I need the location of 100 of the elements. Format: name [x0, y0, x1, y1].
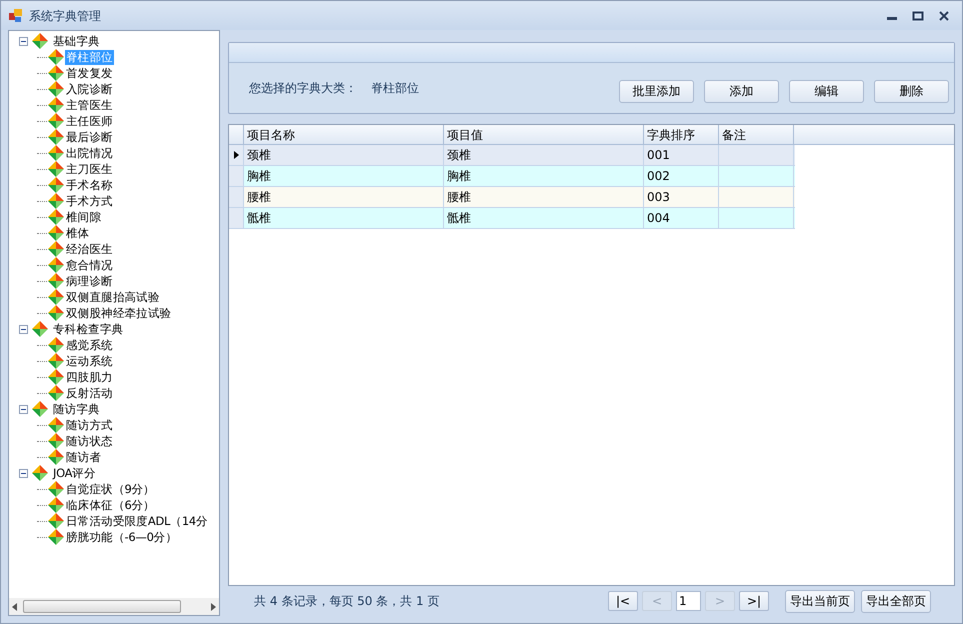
tree-item[interactable]: 四肢肌力	[65, 370, 114, 384]
tree-item[interactable]: 主刀医生	[65, 162, 114, 176]
diamond-icon	[32, 401, 48, 417]
column-header[interactable]: 项目名称	[244, 125, 444, 144]
tree-item[interactable]: 双侧直腿抬高试验	[65, 290, 161, 304]
diamond-icon	[48, 97, 64, 113]
collapse-icon[interactable]	[19, 324, 28, 334]
collapse-icon[interactable]	[19, 404, 28, 414]
window-title: 系统字典管理	[29, 8, 101, 24]
diamond-icon	[48, 177, 64, 193]
table-cell: 颈椎	[244, 145, 444, 165]
category-value: 脊柱部位	[371, 80, 419, 97]
diamond-icon	[48, 49, 64, 65]
column-header[interactable]: 备注	[719, 125, 794, 144]
tree-item[interactable]: 日常活动受限度ADL（14分	[65, 514, 209, 528]
app-icon	[9, 8, 23, 22]
diamond-icon	[48, 337, 64, 353]
collapse-icon[interactable]	[19, 36, 28, 46]
table-cell: 003	[644, 187, 719, 207]
page-field[interactable]: 1	[676, 591, 701, 611]
diamond-icon	[48, 289, 64, 305]
tree-item[interactable]: 经治医生	[65, 242, 114, 256]
diamond-icon	[48, 353, 64, 369]
tree-item[interactable]: 最后诊断	[65, 130, 114, 144]
close-icon[interactable]	[938, 10, 950, 20]
diamond-icon	[48, 449, 64, 465]
diamond-icon	[48, 241, 64, 257]
table-cell: 胸椎	[244, 166, 444, 186]
tree-item[interactable]: 手术方式	[65, 194, 114, 208]
record-summary: 共 4 条记录，每页 50 条，共 1 页	[254, 593, 440, 610]
collapse-icon[interactable]	[19, 468, 28, 478]
tree-item[interactable]: 手术名称	[65, 178, 114, 192]
table-cell: 001	[644, 145, 719, 165]
diamond-icon	[48, 257, 64, 273]
export-button[interactable]: 导出当前页	[785, 590, 855, 612]
tree-item[interactable]: 随访方式	[65, 418, 114, 432]
export-button[interactable]: 导出全部页	[861, 590, 931, 612]
column-header[interactable]: 字典排序	[644, 125, 719, 144]
diamond-icon	[48, 65, 64, 81]
scroll-right-icon[interactable]	[211, 602, 216, 610]
tree-item[interactable]: 随访者	[65, 450, 102, 464]
scrollbar-thumb[interactable]	[23, 600, 181, 613]
diamond-icon	[48, 81, 64, 97]
table-cell: 骶椎	[444, 208, 644, 228]
tree-item[interactable]: 自觉症状（9分）	[65, 482, 156, 496]
tree-item[interactable]: 临床体征（6分）	[65, 498, 156, 512]
tree-item[interactable]: 病理诊断	[65, 274, 114, 288]
current-row-icon	[234, 151, 238, 159]
tree-item[interactable]: 反射活动	[65, 386, 114, 400]
diamond-icon	[48, 497, 64, 513]
tree-item[interactable]: 运动系统	[65, 354, 114, 368]
horizontal-scrollbar[interactable]	[9, 598, 219, 615]
tree-item[interactable]: 愈合情况	[65, 258, 114, 272]
table-cell: 004	[644, 208, 719, 228]
tree-item[interactable]: JOA评分	[52, 466, 97, 480]
tree-item[interactable]: 椎体	[65, 226, 90, 240]
tree-item[interactable]: 主任医师	[65, 114, 114, 128]
diamond-icon	[48, 209, 64, 225]
diamond-icon	[48, 273, 64, 289]
diamond-icon	[48, 161, 64, 177]
diamond-icon	[48, 417, 64, 433]
table-cell: 胸椎	[444, 166, 644, 186]
diamond-icon	[32, 321, 48, 337]
tree-item[interactable]: 随访状态	[65, 434, 114, 448]
diamond-icon	[48, 513, 64, 529]
table-cell: 骶椎	[244, 208, 444, 228]
diamond-icon	[48, 369, 64, 385]
diamond-icon	[48, 481, 64, 497]
diamond-icon	[48, 225, 64, 241]
tree-item[interactable]: 椎间隙	[65, 210, 102, 224]
table-cell: 腰椎	[244, 187, 444, 207]
scroll-left-icon[interactable]	[12, 602, 17, 610]
toolbar-button[interactable]: 删除	[874, 80, 949, 102]
pager-button[interactable]: >|	[739, 591, 769, 611]
pager-button[interactable]: |<	[608, 591, 638, 611]
tree-item[interactable]: 首发复发	[65, 66, 114, 80]
diamond-icon	[48, 529, 64, 545]
table-cell: 腰椎	[444, 187, 644, 207]
tree-item[interactable]: 出院情况	[65, 146, 114, 160]
maximize-icon[interactable]	[912, 10, 924, 20]
diamond-icon	[32, 33, 48, 49]
column-header[interactable]: 项目值	[444, 125, 644, 144]
diamond-icon	[48, 193, 64, 209]
tree-item[interactable]: 入院诊断	[65, 82, 114, 96]
diamond-icon	[48, 145, 64, 161]
tree-item[interactable]: 感觉系统	[65, 338, 114, 352]
tree-item[interactable]: 主管医生	[65, 98, 114, 112]
toolbar-button[interactable]: 添加	[704, 80, 779, 102]
tree-item[interactable]: 膀胱功能（-6—0分）	[65, 530, 178, 544]
tree-item[interactable]: 专科检查字典	[52, 322, 124, 336]
table-cell: 002	[644, 166, 719, 186]
tree-item[interactable]: 随访字典	[52, 402, 101, 416]
diamond-icon	[48, 113, 64, 129]
toolbar-button[interactable]: 批里添加	[619, 80, 694, 102]
diamond-icon	[48, 129, 64, 145]
tree-item[interactable]: 双侧股神经牵拉试验	[65, 306, 172, 320]
diamond-icon	[48, 385, 64, 401]
toolbar-button[interactable]: 编辑	[789, 80, 864, 102]
tree-item[interactable]: 基础字典	[52, 34, 101, 48]
diamond-icon	[48, 305, 64, 321]
